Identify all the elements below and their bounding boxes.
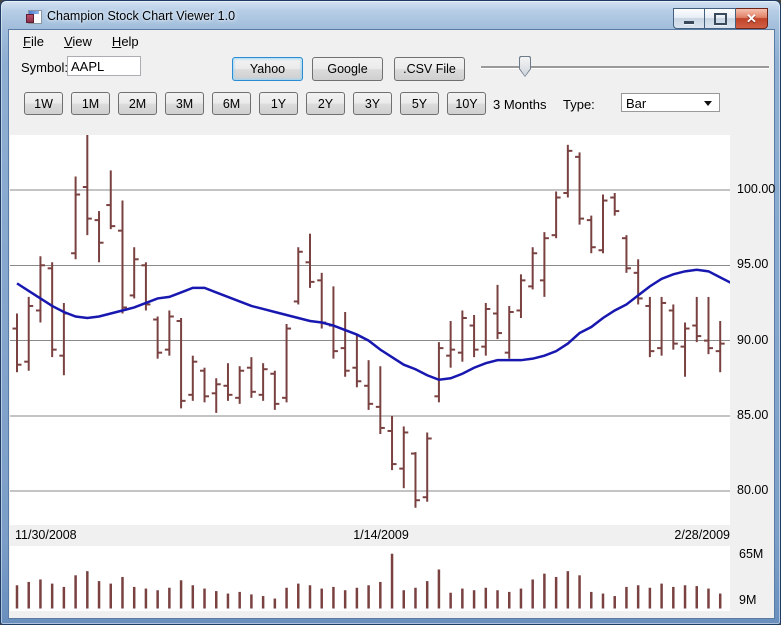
volume-tick-9m: 9M xyxy=(739,593,757,607)
minimize-button[interactable] xyxy=(673,8,704,29)
chart-type-dropdown[interactable]: Bar xyxy=(621,93,720,112)
window-title: Champion Stock Chart Viewer 1.0 xyxy=(47,9,236,23)
price-tick-95: 95.00 xyxy=(737,257,769,271)
volume-chart xyxy=(10,546,730,611)
google-button[interactable]: Google xyxy=(312,57,383,81)
period-button-3m[interactable]: 3M xyxy=(165,92,204,115)
menu-help[interactable]: Help xyxy=(102,31,149,52)
period-button-2m[interactable]: 2M xyxy=(118,92,157,115)
period-button-2y[interactable]: 2Y xyxy=(306,92,345,115)
menu-file[interactable]: File xyxy=(13,31,54,52)
symbol-input[interactable] xyxy=(67,56,141,76)
close-icon: ✕ xyxy=(746,11,757,26)
price-chart xyxy=(10,134,733,525)
price-chart-canvas xyxy=(10,134,733,508)
app-icon xyxy=(25,8,42,24)
app-window: Champion Stock Chart Viewer 1.0 ✕ File V… xyxy=(0,0,781,625)
chart-type-value: Bar xyxy=(626,96,647,111)
period-button-1w[interactable]: 1W xyxy=(24,92,63,115)
close-button[interactable]: ✕ xyxy=(736,8,768,29)
maximize-button[interactable] xyxy=(704,8,736,29)
zoom-slider[interactable] xyxy=(479,56,771,80)
volume-tick-65m: 65M xyxy=(739,547,764,561)
window-controls: ✕ xyxy=(673,8,768,29)
maximize-icon xyxy=(713,12,727,25)
price-tick-85: 85.00 xyxy=(737,408,769,422)
price-tick-80: 80.00 xyxy=(737,483,769,497)
period-button-6m[interactable]: 6M xyxy=(212,92,251,115)
period-button-row: 1W 1M 2M 3M 6M 1Y 2Y 3Y 5Y 10Y xyxy=(24,92,494,115)
period-button-3y[interactable]: 3Y xyxy=(353,92,392,115)
volume-chart-canvas xyxy=(15,553,722,609)
menu-view[interactable]: View xyxy=(54,31,102,52)
slider-thumb[interactable] xyxy=(519,56,531,77)
period-button-5y[interactable]: 5Y xyxy=(400,92,439,115)
client-area: File View Help Symbol: Yahoo Google .CSV… xyxy=(9,30,776,618)
period-button-1y[interactable]: 1Y xyxy=(259,92,298,115)
current-period-label: 3 Months xyxy=(493,97,547,112)
menu-bar: File View Help xyxy=(9,30,774,53)
symbol-label: Symbol: xyxy=(21,60,68,75)
period-button-1m[interactable]: 1M xyxy=(71,92,110,115)
chevron-down-icon xyxy=(704,101,712,106)
csv-file-button[interactable]: .CSV File xyxy=(394,57,465,81)
x-label-end: 2/28/2009 xyxy=(674,528,730,542)
minimize-icon xyxy=(684,21,694,24)
period-button-10y[interactable]: 10Y xyxy=(447,92,486,115)
title-bar: Champion Stock Chart Viewer 1.0 ✕ xyxy=(1,1,780,30)
price-tick-100: 100.00 xyxy=(737,182,776,196)
type-label: Type: xyxy=(563,97,595,112)
price-tick-90: 90.00 xyxy=(737,333,769,347)
moving-average-line xyxy=(16,268,733,382)
yahoo-button[interactable]: Yahoo xyxy=(232,57,303,81)
